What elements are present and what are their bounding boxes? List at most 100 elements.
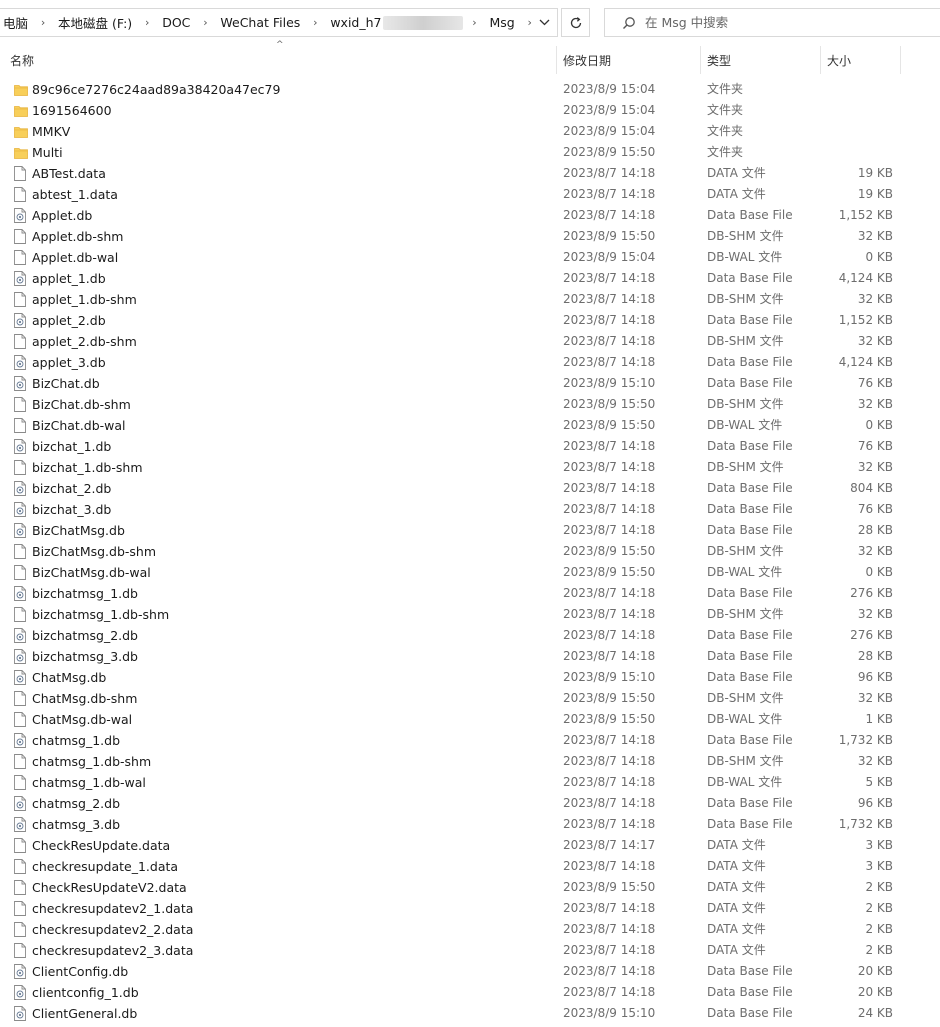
- file-name: checkresupdate_1.data: [32, 859, 179, 874]
- address-bar[interactable]: 电脑 › 本地磁盘 (F:) › DOC › WeChat Files › wx…: [0, 8, 558, 37]
- file-row[interactable]: BizChat.db 2023/8/9 15:10 Data Base File 76…: [0, 373, 940, 394]
- file-row[interactable]: applet_1.db 2023/8/7 14:18 Data Base File 4…: [0, 268, 940, 289]
- file-size: 1,732 KB: [838, 817, 893, 831]
- database-file-icon: [14, 502, 28, 517]
- column-header-name[interactable]: 名称: [10, 46, 34, 74]
- breadcrumb-this-pc[interactable]: 电脑: [0, 13, 32, 32]
- file-size: 5 KB: [865, 775, 893, 789]
- file-row[interactable]: chatmsg_1.db-wal 2023/8/7 14:18 DB-WAL 文件 5…: [0, 772, 940, 793]
- file-type: DB-WAL 文件: [707, 418, 783, 432]
- file-row[interactable]: ClientGeneral.db 2023/8/9 15:10 Data Base …: [0, 1003, 940, 1024]
- column-header-date[interactable]: 修改日期: [563, 46, 611, 74]
- file-modified-date: 2023/8/9 15:10: [563, 376, 656, 390]
- file-row[interactable]: BizChatMsg.db 2023/8/7 14:18 Data Base Fil…: [0, 520, 940, 541]
- file-row[interactable]: chatmsg_3.db 2023/8/7 14:18 Data Base File…: [0, 814, 940, 835]
- file-row[interactable]: applet_2.db-shm 2023/8/7 14:18 DB-SHM 文件 32…: [0, 331, 940, 352]
- file-icon: [14, 229, 28, 244]
- breadcrumb-chevron-right-icon[interactable]: ›: [194, 16, 216, 29]
- file-row[interactable]: bizchat_1.db-shm 2023/8/7 14:18 DB-SHM 文件 3…: [0, 457, 940, 478]
- file-size: 24 KB: [857, 1006, 893, 1020]
- file-type: DATA 文件: [707, 922, 766, 936]
- file-icon: [14, 922, 28, 937]
- file-row[interactable]: abtest_1.data 2023/8/7 14:18 DATA 文件 19 KB: [0, 184, 940, 205]
- column-divider[interactable]: [900, 46, 901, 74]
- file-row[interactable]: BizChat.db-wal 2023/8/9 15:50 DB-WAL 文件 0 K…: [0, 415, 940, 436]
- file-row[interactable]: applet_2.db 2023/8/7 14:18 Data Base File 1…: [0, 310, 940, 331]
- database-file-icon: [14, 586, 28, 601]
- file-modified-date: 2023/8/9 15:50: [563, 544, 656, 558]
- breadcrumb-chevron-right-icon[interactable]: ›: [463, 16, 485, 29]
- column-divider[interactable]: [820, 46, 821, 74]
- file-row[interactable]: Applet.db-shm 2023/8/9 15:50 DB-SHM 文件 32 K…: [0, 226, 940, 247]
- breadcrumb-wxid[interactable]: wxid_h7: [326, 15, 385, 30]
- file-row[interactable]: chatmsg_1.db 2023/8/7 14:18 Data Base File…: [0, 730, 940, 751]
- file-row[interactable]: clientconfig_1.db 2023/8/7 14:18 Data Base…: [0, 982, 940, 1003]
- file-row[interactable]: BizChatMsg.db-shm 2023/8/9 15:50 DB-SHM 文件…: [0, 541, 940, 562]
- file-name: 89c96ce7276c24aad89a38420a47ec79: [32, 82, 281, 97]
- file-row[interactable]: ChatMsg.db-shm 2023/8/9 15:50 DB-SHM 文件 32 …: [0, 688, 940, 709]
- file-modified-date: 2023/8/9 15:50: [563, 397, 656, 411]
- file-row[interactable]: applet_1.db-shm 2023/8/7 14:18 DB-SHM 文件 32…: [0, 289, 940, 310]
- redacted-blur: [383, 15, 464, 30]
- file-row[interactable]: BizChatMsg.db-wal 2023/8/9 15:50 DB-WAL 文件…: [0, 562, 940, 583]
- file-modified-date: 2023/8/9 15:10: [563, 1006, 656, 1020]
- file-row[interactable]: Applet.db-wal 2023/8/9 15:04 DB-WAL 文件 0 KB: [0, 247, 940, 268]
- breadcrumb-chevron-right-icon[interactable]: ›: [136, 16, 158, 29]
- file-row[interactable]: bizchat_2.db 2023/8/7 14:18 Data Base File…: [0, 478, 940, 499]
- file-row[interactable]: chatmsg_2.db 2023/8/7 14:18 Data Base File…: [0, 793, 940, 814]
- folder-icon: [14, 103, 28, 118]
- file-row[interactable]: bizchatmsg_3.db 2023/8/7 14:18 Data Base F…: [0, 646, 940, 667]
- database-file-icon: [14, 376, 28, 391]
- file-row[interactable]: bizchat_1.db 2023/8/7 14:18 Data Base File…: [0, 436, 940, 457]
- file-row[interactable]: Multi 2023/8/9 15:50 文件夹: [0, 142, 940, 163]
- file-modified-date: 2023/8/7 14:18: [563, 985, 656, 999]
- file-row[interactable]: 1691564600 2023/8/9 15:04 文件夹: [0, 100, 940, 121]
- file-size: 32 KB: [857, 691, 893, 705]
- file-name: CheckResUpdate.data: [32, 838, 171, 853]
- file-row[interactable]: ABTest.data 2023/8/7 14:18 DATA 文件 19 KB: [0, 163, 940, 184]
- file-row[interactable]: ChatMsg.db 2023/8/9 15:10 Data Base File 96…: [0, 667, 940, 688]
- file-row[interactable]: checkresupdatev2_2.data 2023/8/7 14:18 DAT…: [0, 919, 940, 940]
- file-row[interactable]: bizchatmsg_1.db-shm 2023/8/7 14:18 DB-SHM …: [0, 604, 940, 625]
- file-row[interactable]: applet_3.db 2023/8/7 14:18 Data Base File 4…: [0, 352, 940, 373]
- file-row[interactable]: BizChat.db-shm 2023/8/9 15:50 DB-SHM 文件 32 …: [0, 394, 940, 415]
- file-row[interactable]: 89c96ce7276c24aad89a38420a47ec79 2023/8/9…: [0, 79, 940, 100]
- file-row[interactable]: checkresupdate_1.data 2023/8/7 14:18 DATA …: [0, 856, 940, 877]
- breadcrumb-wechat-files[interactable]: WeChat Files: [216, 15, 304, 30]
- file-row[interactable]: ChatMsg.db-wal 2023/8/9 15:50 DB-WAL 文件 1 K…: [0, 709, 940, 730]
- breadcrumb-drive-f[interactable]: 本地磁盘 (F:): [54, 13, 136, 32]
- database-file-icon: [14, 523, 28, 538]
- file-modified-date: 2023/8/7 14:18: [563, 943, 656, 957]
- column-header-type[interactable]: 类型: [707, 46, 731, 74]
- file-modified-date: 2023/8/7 14:18: [563, 292, 656, 306]
- address-history-chevron-down-icon[interactable]: [531, 9, 557, 36]
- file-row[interactable]: Applet.db 2023/8/7 14:18 Data Base File 1,1…: [0, 205, 940, 226]
- file-type: Data Base File: [707, 796, 793, 810]
- breadcrumb-msg[interactable]: Msg: [485, 15, 518, 30]
- column-divider[interactable]: [556, 46, 557, 74]
- breadcrumb-chevron-right-icon[interactable]: ›: [32, 16, 54, 29]
- breadcrumb-doc[interactable]: DOC: [158, 15, 194, 30]
- column-divider[interactable]: [700, 46, 701, 74]
- file-row[interactable]: bizchat_3.db 2023/8/7 14:18 Data Base File…: [0, 499, 940, 520]
- database-file-icon: [14, 313, 28, 328]
- refresh-button[interactable]: [561, 8, 590, 37]
- file-modified-date: 2023/8/7 14:18: [563, 523, 656, 537]
- file-row[interactable]: CheckResUpdateV2.data 2023/8/9 15:50 DATA …: [0, 877, 940, 898]
- breadcrumb-chevron-right-icon[interactable]: ›: [304, 16, 326, 29]
- file-type: Data Base File: [707, 628, 793, 642]
- file-row[interactable]: bizchatmsg_2.db 2023/8/7 14:18 Data Base F…: [0, 625, 940, 646]
- file-row[interactable]: ClientConfig.db 2023/8/7 14:18 Data Base F…: [0, 961, 940, 982]
- search-box[interactable]: [604, 8, 940, 37]
- file-row[interactable]: MMKV 2023/8/9 15:04 文件夹: [0, 121, 940, 142]
- file-type: DB-SHM 文件: [707, 754, 784, 768]
- file-row[interactable]: chatmsg_1.db-shm 2023/8/7 14:18 DB-SHM 文件 3…: [0, 751, 940, 772]
- file-row[interactable]: checkresupdatev2_1.data 2023/8/7 14:18 DAT…: [0, 898, 940, 919]
- search-input[interactable]: [643, 14, 927, 31]
- file-row[interactable]: CheckResUpdate.data 2023/8/7 14:17 DATA 文件…: [0, 835, 940, 856]
- column-header-size[interactable]: 大小: [827, 46, 851, 74]
- file-size: 76 KB: [857, 439, 893, 453]
- file-row[interactable]: bizchatmsg_1.db 2023/8/7 14:18 Data Base F…: [0, 583, 940, 604]
- file-row[interactable]: checkresupdatev2_3.data 2023/8/7 14:18 DAT…: [0, 940, 940, 961]
- file-modified-date: 2023/8/9 15:04: [563, 82, 656, 96]
